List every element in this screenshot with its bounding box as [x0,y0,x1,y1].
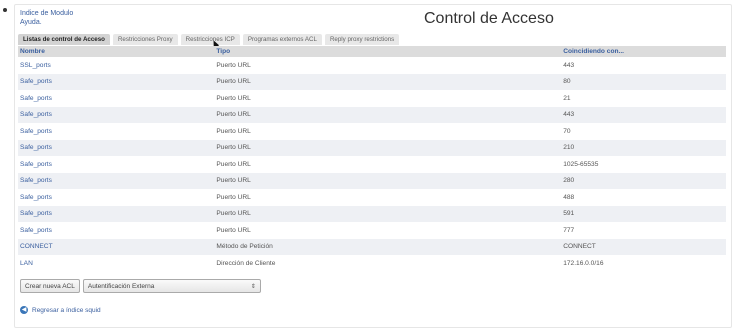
acl-name-link[interactable]: Safe_ports [20,144,52,151]
page-title: Control de Acceso [424,10,554,27]
acl-match: 443 [561,106,726,123]
acl-name-link[interactable]: Safe_ports [20,194,52,201]
tab-icp-restrictions[interactable]: Restricciones ICP [180,34,240,45]
acl-type: Puerto URL [214,156,562,173]
acl-match: 443 [561,57,726,74]
acl-match: 80 [561,73,726,90]
create-acl-button[interactable]: Crear nueva ACL [20,279,80,293]
acl-type: Dirección de Cliente [214,255,562,272]
acl-match: 1025-65535 [561,156,726,173]
module-index-link[interactable]: Indice de Modulo [20,9,73,18]
acl-type: Método de Petición [214,238,562,255]
table-row: Safe_ports Puerto URL 210 [18,139,726,156]
table-row: Safe_ports Puerto URL 488 [18,189,726,206]
acl-name-link[interactable]: CONNECT [20,243,53,250]
back-link-row: ◀ Regresar a índice squid [20,306,101,314]
help-link[interactable]: Ayuda. [20,18,73,27]
acl-name-link[interactable]: Safe_ports [20,161,52,168]
tab-reply-proxy-restrictions[interactable]: Reply proxy restrictions [324,34,400,45]
tab-acl-lists[interactable]: Listas de control de Acceso [18,34,110,45]
action-row: Crear nueva ACL Autentificación Externa … [20,279,261,293]
back-to-squid-index-link[interactable]: Regresar a índice squid [32,307,101,314]
acl-match: CONNECT [561,238,726,255]
acl-type: Puerto URL [214,123,562,140]
table-row: Safe_ports Puerto URL 591 [18,205,726,222]
table-row: Safe_ports Puerto URL 280 [18,172,726,189]
acl-match: 70 [561,123,726,140]
acl-type-select[interactable]: Autentificación Externa ⇕ [82,279,261,293]
acl-table: Nombre Tipo Coincidiendo con... SSL_port… [18,46,726,272]
acl-type: Puerto URL [214,139,562,156]
table-row: LAN Dirección de Cliente 172.16.0.0/16 [18,255,726,272]
tab-bar: Listas de control de Acceso Restriccione… [18,34,400,45]
table-row: Safe_ports Puerto URL 443 [18,106,726,123]
table-row: Safe_ports Puerto URL 80 [18,73,726,90]
acl-type: Puerto URL [214,90,562,107]
acl-match: 777 [561,222,726,239]
acl-name-link[interactable]: Safe_ports [20,128,52,135]
acl-type: Puerto URL [214,222,562,239]
acl-match: 280 [561,172,726,189]
tab-proxy-restrictions[interactable]: Restricciones Proxy [112,34,178,45]
acl-match: 172.16.0.0/16 [561,255,726,272]
acl-match: 21 [561,90,726,107]
acl-name-link[interactable]: LAN [20,260,33,267]
table-row: Safe_ports Puerto URL 777 [18,222,726,239]
acl-name-link[interactable]: Safe_ports [20,95,52,102]
column-header-match[interactable]: Coincidiendo con... [561,46,726,57]
acl-name-link[interactable]: SSL_ports [20,62,51,69]
acl-name-link[interactable]: Safe_ports [20,111,52,118]
acl-type: Puerto URL [214,205,562,222]
tab-external-acl-programs[interactable]: Programas externos ACL [242,34,322,45]
table-row: Safe_ports Puerto URL 1025-65535 [18,156,726,173]
acl-match: 591 [561,205,726,222]
table-header-row: Nombre Tipo Coincidiendo con... [18,46,726,57]
acl-name-link[interactable]: Safe_ports [20,177,52,184]
updown-arrows-icon: ⇕ [250,284,256,290]
acl-type: Puerto URL [214,57,562,74]
column-header-type[interactable]: Tipo [214,46,562,57]
table-row: SSL_ports Puerto URL 443 [18,57,726,74]
acl-name-link[interactable]: Safe_ports [20,210,52,217]
table-row: Safe_ports Puerto URL 70 [18,123,726,140]
top-links: Indice de Modulo Ayuda. [20,9,73,27]
column-header-name[interactable]: Nombre [18,46,215,57]
acl-name-link[interactable]: Safe_ports [20,78,52,85]
acl-type: Puerto URL [214,189,562,206]
acl-match: 210 [561,139,726,156]
arrow-left-icon[interactable]: ◀ [20,306,28,314]
acl-match: 488 [561,189,726,206]
acl-type: Puerto URL [214,172,562,189]
acl-type: Puerto URL [214,106,562,123]
table-row: CONNECT Método de Petición CONNECT [18,238,726,255]
list-bullet [3,8,7,12]
acl-type-select-value: Autentificación Externa [87,283,155,290]
acl-type: Puerto URL [214,73,562,90]
table-row: Safe_ports Puerto URL 21 [18,90,726,107]
acl-name-link[interactable]: Safe_ports [20,227,52,234]
